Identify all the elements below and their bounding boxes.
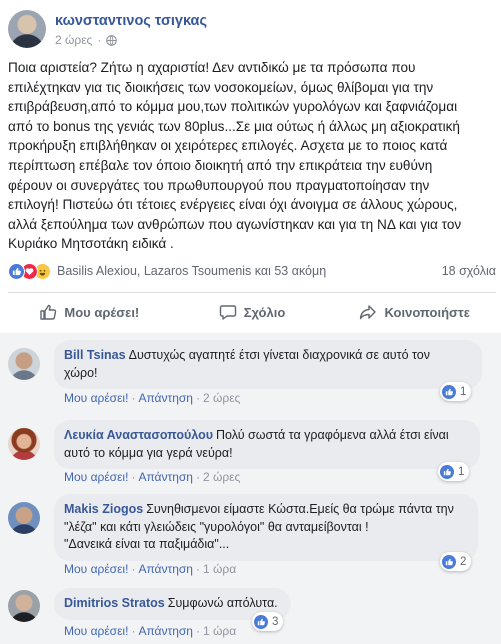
comment-author[interactable]: Bill Tsinas	[64, 348, 126, 362]
divider	[8, 292, 496, 293]
like-reaction-icon	[254, 614, 268, 629]
reactions-summary[interactable]: Basilis Alexiou, Lazaros Tsoumenis και 5…	[8, 262, 496, 280]
like-reaction-icon	[442, 554, 456, 569]
like-count: 3	[272, 615, 279, 628]
comment-button[interactable]: Σχόλιο	[171, 296, 334, 328]
commenter-avatar[interactable]	[8, 348, 40, 380]
share-button[interactable]: Κοινοποιήστε	[333, 296, 496, 328]
like-count: 1	[460, 385, 467, 398]
commenter-avatar[interactable]	[8, 502, 40, 534]
post-meta: 2 ώρες ·	[55, 33, 118, 47]
share-button-label: Κοινοποιήστε	[384, 304, 470, 320]
comment-actions: Μου αρέσει! · Απάντηση · 1 ώρα	[64, 562, 237, 576]
comment-bubble: Bill Tsinas Δυστυχώς αγαπητέ έτσι γίνεται…	[54, 340, 482, 389]
author-name[interactable]: κωνσταντινος τσιγκας	[55, 13, 207, 29]
like-reaction-icon	[440, 464, 454, 479]
comment-text: Συμφωνώ απόλυτα.	[167, 596, 278, 610]
comment-like-link[interactable]: Μου αρέσει!	[64, 624, 128, 638]
commenter-avatar[interactable]	[8, 590, 40, 622]
comment-bubble-icon	[219, 305, 236, 320]
like-reaction-icon	[442, 384, 456, 399]
comment-time[interactable]: 2 ώρες	[203, 470, 240, 484]
post-time[interactable]: 2 ώρες	[55, 33, 92, 47]
comment-like-count[interactable]: 1	[440, 382, 472, 401]
comment-reply-link[interactable]: Απάντηση	[138, 562, 193, 576]
comment-bubble: Λευκία Αναστασοπούλου Πολύ σωστά τα γραφό…	[54, 420, 480, 469]
like-reaction-icon	[8, 262, 25, 280]
reactions-names[interactable]: Basilis Alexiou, Lazaros Tsoumenis και 5…	[57, 264, 326, 278]
commenter-avatar[interactable]	[8, 428, 40, 460]
like-button-label: Μου αρέσει!	[64, 304, 140, 320]
comment-like-count[interactable]: 3	[252, 612, 284, 631]
comment-time[interactable]: 1 ώρα	[203, 624, 236, 638]
comment-reply-link[interactable]: Απάντηση	[138, 624, 193, 638]
comment-actions: Μου αρέσει! · Απάντηση · 2 ώρες	[64, 470, 241, 484]
comment-like-link[interactable]: Μου αρέσει!	[64, 470, 128, 484]
comment-bubble: Makis Ziogos Συνηθισμενοι είμαστε Κώστα.Ε…	[54, 494, 478, 561]
post-actions: Μου αρέσει! Σχόλιο Κοινοποιήστε	[8, 296, 496, 328]
comment-author[interactable]: Makis Ziogos	[64, 502, 143, 516]
like-button[interactable]: Μου αρέσει!	[8, 296, 171, 328]
like-count: 1	[458, 465, 465, 478]
comment-actions: Μου αρέσει! · Απάντηση · 1 ώρα	[64, 624, 237, 638]
comment-button-label: Σχόλιο	[243, 304, 286, 320]
comment-like-count[interactable]: 2	[440, 552, 472, 571]
comment-time[interactable]: 1 ώρα	[203, 562, 236, 576]
comment-actions: Μου αρέσει! · Απάντηση · 2 ώρες	[64, 391, 241, 405]
comment-time[interactable]: 2 ώρες	[203, 391, 240, 405]
comments-count[interactable]: 18 σχόλια	[442, 264, 496, 278]
comment-like-link[interactable]: Μου αρέσει!	[64, 562, 128, 576]
author-avatar[interactable]	[8, 10, 46, 48]
comment-like-count[interactable]: 1	[438, 462, 470, 481]
comment-reply-link[interactable]: Απάντηση	[138, 470, 193, 484]
comment-author[interactable]: Dimitrios Stratos	[64, 596, 165, 610]
comment-author[interactable]: Λευκία Αναστασοπούλου	[64, 428, 213, 442]
like-count: 2	[460, 555, 467, 568]
comment-like-link[interactable]: Μου αρέσει!	[64, 391, 128, 405]
comment-reply-link[interactable]: Απάντηση	[138, 391, 193, 405]
post-text: Ποια αριστεία? Ζήτω η αχαριστία! Δεν αντ…	[8, 60, 462, 252]
globe-icon[interactable]	[106, 34, 118, 46]
share-arrow-icon	[360, 305, 377, 320]
dot-separator: ·	[97, 33, 102, 47]
thumbs-up-icon	[40, 304, 57, 320]
facebook-post: κωνσταντινος τσιγκας 2 ώρες · Ποια αριστ…	[0, 0, 501, 644]
